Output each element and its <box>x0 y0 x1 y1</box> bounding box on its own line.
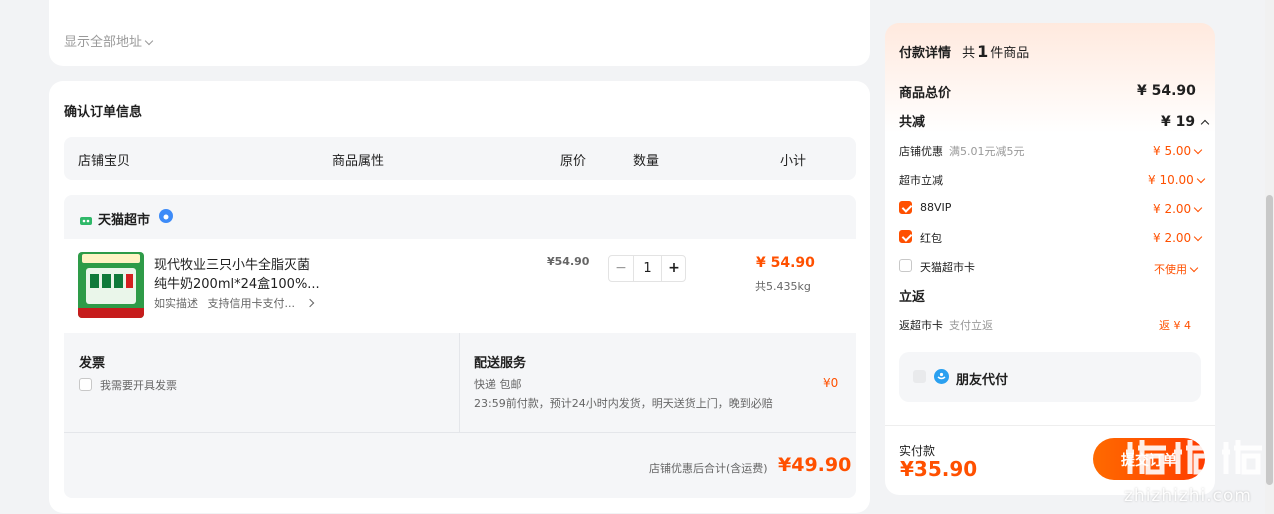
item-subtotal: ¥ 54.90 <box>756 255 815 271</box>
supermarket-card-label: 天猫超市卡 <box>920 261 975 274</box>
item-title-line1[interactable]: 现代牧业三只小牛全脂灭菌 <box>154 254 310 273</box>
goods-total-value: ¥ 54.90 <box>1137 83 1196 99</box>
vip-value[interactable]: ¥ 2.00 <box>1153 202 1203 216</box>
order-table-header: 店铺宝贝 商品属性 原价 数量 小计 <box>64 137 856 180</box>
actual-pay-value: ¥35.90 <box>900 457 978 481</box>
friend-pay-label: 朋友代付 <box>956 373 1009 388</box>
divider-vertical <box>459 333 460 432</box>
divider-horizontal <box>64 432 856 433</box>
invoice-option-label[interactable]: 我需要开具发票 <box>100 377 177 393</box>
delivery-fee: ¥0 <box>823 376 839 390</box>
store-coupon-label: 店铺优惠 <box>899 145 943 158</box>
address-card: 显示全部地址 <box>49 0 870 66</box>
hongbao-label: 红包 <box>920 232 942 245</box>
supermarket-discount-label: 超市立减 <box>899 174 943 187</box>
hongbao-checkbox[interactable] <box>899 230 912 243</box>
reduce-label: 共减 <box>899 115 926 130</box>
chat-icon[interactable] <box>159 209 173 223</box>
store-total-value: ¥49.90 <box>778 454 852 476</box>
item-title-line2[interactable]: 纯牛奶200ml*24盒100%... <box>154 273 320 292</box>
chevron-down-icon <box>144 36 154 46</box>
qty-plus-button[interactable]: + <box>661 256 686 281</box>
supermarket-card-checkbox[interactable] <box>899 259 912 272</box>
item-tags[interactable]: 如实描述 支持信用卡支付... <box>154 295 314 311</box>
scrollbar-track[interactable] <box>1265 0 1274 514</box>
supermarket-discount-value[interactable]: ¥ 10.00 <box>1148 173 1206 187</box>
invoice-checkbox[interactable] <box>79 378 92 391</box>
item-count-num: 1 <box>977 42 989 61</box>
reduce-toggle[interactable]: ¥ 19 <box>1161 111 1210 130</box>
item-count-prefix: 共 <box>962 46 976 61</box>
item-row: 现代牧业三只小牛全脂灭菌 纯牛奶200ml*24盒100%... 如实描述 支持… <box>64 239 856 333</box>
panel-divider <box>885 425 1215 426</box>
goods-total-label: 商品总价 <box>899 86 952 101</box>
store-name[interactable]: 天猫超市 <box>98 209 150 228</box>
invoice-title: 发票 <box>79 356 106 371</box>
delivery-desc: 23:59前付款，预计24小时内发货，明天送货上门，晚到必赔 <box>474 397 773 410</box>
watermark-site: zhizhizhi.com <box>1124 486 1252 506</box>
friend-pay-checkbox[interactable] <box>913 370 926 383</box>
rebate-desc: 支付立返 <box>949 319 993 332</box>
chevron-down-icon <box>1196 174 1206 184</box>
qty-minus-button[interactable]: − <box>609 256 634 281</box>
reduce-value: ¥ 19 <box>1161 114 1196 130</box>
item-price: ¥54.90 <box>547 255 590 268</box>
friend-pay-option[interactable]: 朋友代付 <box>899 352 1201 402</box>
store-coupon-value[interactable]: ¥ 5.00 <box>1153 144 1203 158</box>
chevron-right-icon <box>305 298 314 308</box>
item-count-suffix: 件商品 <box>990 46 1030 61</box>
chevron-down-icon <box>1193 145 1203 155</box>
order-card: 确认订单信息 店铺宝贝 商品属性 原价 数量 小计 天猫超市 现代牧业三只小牛全… <box>49 81 870 513</box>
vip-checkbox[interactable] <box>899 201 912 214</box>
qty-value[interactable]: 1 <box>634 256 661 281</box>
payment-header: 付款详情 共 1 件商品 <box>899 42 1029 61</box>
store-total-label: 店铺优惠后合计(含运费) <box>649 462 768 475</box>
quantity-stepper[interactable]: − 1 + <box>608 255 686 282</box>
chevron-down-icon <box>1193 232 1203 242</box>
tag-credit-card: 支持信用卡支付... <box>207 297 296 310</box>
rebate-label: 返超市卡 <box>899 319 943 332</box>
col-shop-item: 店铺宝贝 <box>78 154 131 169</box>
watermark-logo <box>1124 434 1266 478</box>
friend-pay-icon <box>934 369 949 384</box>
chevron-down-icon <box>1193 203 1203 213</box>
store-block: 天猫超市 现代牧业三只小牛全脂灭菌 纯牛奶200ml*24盒100%... 如实… <box>64 195 856 498</box>
rebate-title: 立返 <box>899 290 926 305</box>
store-coupon-desc: 满5.01元减5元 <box>949 145 1025 158</box>
tmall-supermarket-logo-icon <box>80 211 92 225</box>
payment-panel: 付款详情 共 1 件商品 商品总价 ¥ 54.90 共减 ¥ 19 店铺优惠 满5.… <box>885 23 1215 495</box>
col-qty: 数量 <box>633 154 660 169</box>
tag-as-described: 如实描述 <box>154 297 198 310</box>
supermarket-card-value[interactable]: 不使用 <box>1154 261 1199 277</box>
chevron-down-icon <box>1189 263 1199 273</box>
order-title: 确认订单信息 <box>64 105 143 120</box>
chevron-up-icon <box>1200 119 1210 129</box>
item-weight: 共5.435kg <box>755 280 811 293</box>
scrollbar-thumb[interactable] <box>1266 195 1273 485</box>
col-attrs: 商品属性 <box>332 154 385 169</box>
hongbao-value[interactable]: ¥ 2.00 <box>1153 231 1203 245</box>
delivery-method: 快递 包邮 <box>474 378 522 391</box>
item-thumbnail[interactable] <box>78 252 144 318</box>
delivery-title: 配送服务 <box>474 356 527 371</box>
col-price: 原价 <box>560 154 587 169</box>
rebate-value: 返 ¥ 4 <box>1159 319 1191 332</box>
show-all-address-link[interactable]: 显示全部地址 <box>64 31 154 50</box>
col-subtotal: 小计 <box>780 154 807 169</box>
payment-title: 付款详情 <box>899 46 952 61</box>
vip-label: 88VIP <box>920 201 952 214</box>
